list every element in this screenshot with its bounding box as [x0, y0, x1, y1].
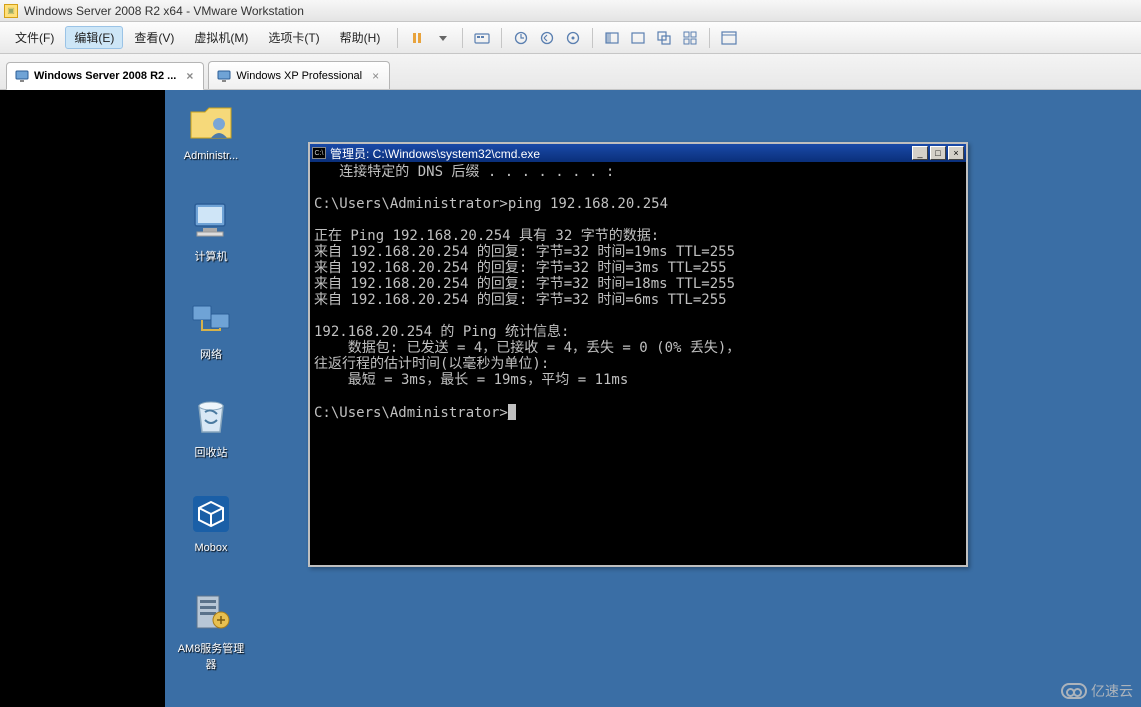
folder-user-icon — [187, 98, 235, 146]
app-title: Windows Server 2008 R2 x64 - VMware Work… — [24, 4, 304, 18]
cmd-window[interactable]: C:\ 管理员: C:\Windows\system32\cmd.exe _ □… — [308, 142, 968, 567]
server-manager-icon — [187, 588, 235, 636]
menu-vm[interactable]: 虚拟机(M) — [185, 26, 257, 49]
icon-label: 计算机 — [173, 248, 249, 264]
mobox-icon — [187, 490, 235, 538]
menu-tabs[interactable]: 选项卡(T) — [259, 26, 328, 49]
icon-label: AM8服务管理器 — [173, 640, 249, 672]
menu-help[interactable]: 帮助(H) — [331, 26, 390, 49]
separator — [592, 28, 593, 48]
watermark-logo-icon — [1061, 683, 1087, 699]
cmd-title-text: 管理员: C:\Windows\system32\cmd.exe — [330, 145, 540, 162]
cmd-icon: C:\ — [312, 147, 326, 159]
icon-label: 网络 — [173, 346, 249, 362]
unity-button[interactable] — [653, 27, 675, 49]
menu-edit[interactable]: 编辑(E) — [65, 26, 123, 49]
icon-label: Administr... — [173, 150, 249, 162]
desktop-icon-administrator[interactable]: Administr... — [173, 98, 249, 162]
cmd-titlebar[interactable]: C:\ 管理员: C:\Windows\system32\cmd.exe _ □… — [310, 144, 966, 162]
separator — [397, 28, 398, 48]
desktop-icon-network[interactable]: 网络 — [173, 294, 249, 362]
separator — [501, 28, 502, 48]
send-ctrl-alt-del-button[interactable] — [471, 27, 493, 49]
pause-button[interactable] — [406, 27, 428, 49]
desktop-icon-computer[interactable]: 计算机 — [173, 196, 249, 264]
maximize-button[interactable]: □ — [930, 146, 946, 160]
menu-file[interactable]: 文件(F) — [6, 26, 63, 49]
recycle-bin-icon — [187, 392, 235, 440]
monitor-icon — [15, 69, 29, 83]
desktop-icon-mobox[interactable]: Mobox — [173, 490, 249, 554]
separator — [709, 28, 710, 48]
menubar: 文件(F) 编辑(E) 查看(V) 虚拟机(M) 选项卡(T) 帮助(H) — [0, 22, 1141, 54]
app-titlebar: ▣ Windows Server 2008 R2 x64 - VMware Wo… — [0, 0, 1141, 22]
minimize-button[interactable]: _ — [912, 146, 928, 160]
tab-label: Windows XP Professional — [236, 70, 362, 82]
network-icon — [187, 294, 235, 342]
console-view-button[interactable] — [718, 27, 740, 49]
fit-guest-button[interactable] — [601, 27, 623, 49]
separator — [462, 28, 463, 48]
fullscreen-button[interactable] — [627, 27, 649, 49]
close-icon[interactable]: × — [372, 69, 379, 83]
desktop-icon-am8[interactable]: AM8服务管理器 — [173, 588, 249, 672]
close-button[interactable]: × — [948, 146, 964, 160]
guest-desktop[interactable]: Administr... 计算机 网络 回收站 Mobox AM8服务管理器 C… — [165, 90, 1141, 707]
desktop-icon-recycle-bin[interactable]: 回收站 — [173, 392, 249, 460]
watermark: 亿速云 — [1061, 681, 1133, 701]
tab-label: Windows Server 2008 R2 ... — [34, 70, 176, 82]
icon-label: 回收站 — [173, 444, 249, 460]
menu-view[interactable]: 查看(V) — [125, 26, 183, 49]
dropdown-button[interactable] — [432, 27, 454, 49]
tab-windows-server[interactable]: Windows Server 2008 R2 ... × — [6, 62, 204, 90]
computer-icon — [187, 196, 235, 244]
monitor-icon — [217, 69, 231, 83]
vmware-icon: ▣ — [4, 4, 18, 18]
close-icon[interactable]: × — [186, 69, 193, 83]
tabbar: Windows Server 2008 R2 ... × Windows XP … — [0, 54, 1141, 90]
thumbnail-button[interactable] — [679, 27, 701, 49]
snapshot-manager-button[interactable] — [562, 27, 584, 49]
watermark-text: 亿速云 — [1091, 681, 1133, 701]
icon-label: Mobox — [173, 542, 249, 554]
cmd-output[interactable]: 连接特定的 DNS 后缀 . . . . . . . : C:\Users\Ad… — [310, 162, 966, 565]
vm-display: Administr... 计算机 网络 回收站 Mobox AM8服务管理器 C… — [0, 90, 1141, 707]
letterbox-left — [0, 90, 165, 707]
snapshot-button[interactable] — [510, 27, 532, 49]
snapshot-revert-button[interactable] — [536, 27, 558, 49]
tab-windows-xp[interactable]: Windows XP Professional × — [208, 61, 390, 89]
